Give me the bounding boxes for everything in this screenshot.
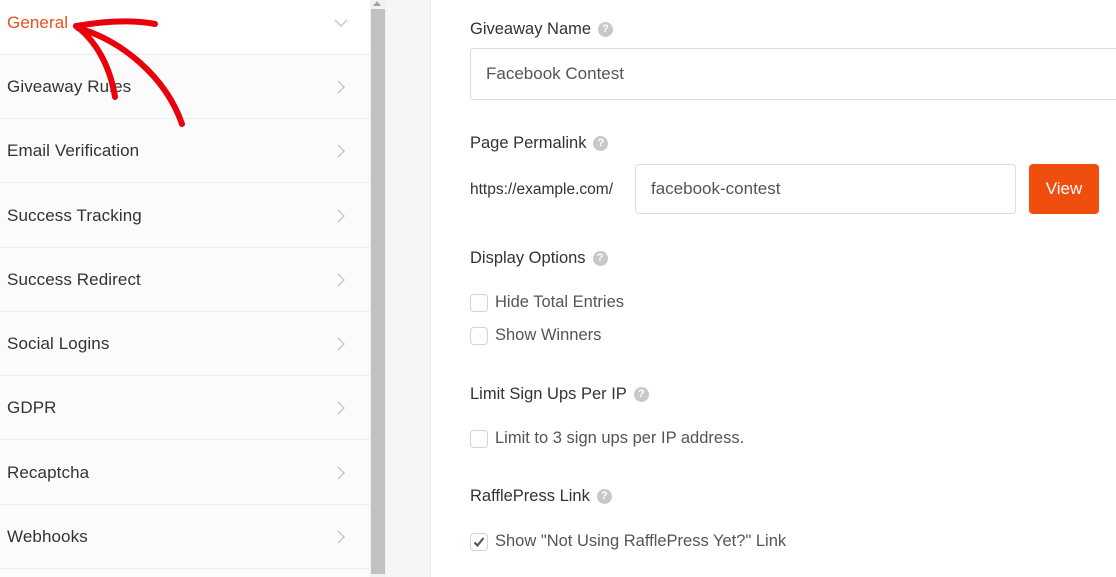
chevron-down-icon: [334, 19, 348, 27]
sidebar-item-label: Webhooks: [7, 526, 88, 546]
limit-signups-option-label: Limit to 3 sign ups per IP address.: [495, 429, 745, 447]
sidebar-item-label: GDPR: [7, 397, 57, 417]
checkmark-icon: [473, 536, 485, 547]
chevron-right-icon: [337, 209, 345, 222]
rafflepress-link-option[interactable]: Show "Not Using RafflePress Yet?" Link: [470, 532, 786, 551]
display-options-label-text: Display Options: [470, 249, 586, 267]
sidebar-item-label: Giveaway Rules: [7, 76, 132, 96]
sidebar-item-webhooks[interactable]: Webhooks: [0, 505, 370, 569]
question-circle-icon[interactable]: ?: [633, 387, 649, 402]
rafflepress-link-label: RafflePress Link ?: [470, 487, 612, 506]
show-winners-checkbox[interactable]: [470, 326, 488, 345]
sidebar-item-label: Success Tracking: [7, 205, 142, 225]
sidebar-item-recaptcha[interactable]: Recaptcha: [0, 441, 370, 505]
display-options-label: Display Options ?: [470, 249, 608, 268]
sidebar-item-label: Recaptcha: [7, 462, 90, 482]
gutter-divider: [386, 0, 431, 577]
giveaway-name-value: Facebook Contest: [486, 64, 624, 83]
chevron-right-icon: [337, 466, 345, 479]
sidebar-scrollbar[interactable]: [370, 0, 386, 577]
settings-sidebar: General Giveaway Rules Email Verificatio…: [0, 0, 370, 577]
giveaway-name-label: Giveaway Name ?: [470, 20, 614, 39]
permalink-slug-value: facebook-contest: [651, 179, 781, 198]
sidebar-item-label: Social Logins: [7, 333, 110, 353]
permalink-slug-input[interactable]: facebook-contest: [635, 164, 1016, 214]
general-settings-form: Giveaway Name ? Facebook Contest Page Pe…: [431, 0, 1116, 577]
limit-signups-label: Limit Sign Ups Per IP ?: [470, 385, 649, 404]
sidebar-item-gdpr[interactable]: GDPR: [0, 376, 370, 440]
chevron-right-icon: [337, 80, 345, 93]
hide-total-entries-label: Hide Total Entries: [495, 293, 625, 311]
sidebar-item-social-logins[interactable]: Social Logins: [0, 312, 370, 376]
rafflepress-link-checkbox[interactable]: [470, 532, 488, 551]
sidebar-item-success-redirect[interactable]: Success Redirect: [0, 248, 370, 312]
scrollbar-thumb[interactable]: [371, 9, 385, 574]
page-permalink-label: Page Permalink ?: [470, 134, 609, 153]
question-circle-icon[interactable]: ?: [593, 136, 609, 151]
page-permalink-label-text: Page Permalink: [470, 134, 587, 152]
chevron-right-icon: [337, 273, 345, 286]
giveaway-name-label-text: Giveaway Name: [470, 20, 592, 38]
sidebar-item-success-tracking[interactable]: Success Tracking: [0, 184, 370, 248]
hide-total-entries-option[interactable]: Hide Total Entries: [470, 293, 624, 312]
chevron-right-icon: [337, 144, 345, 157]
sidebar-item-label: General: [7, 12, 69, 32]
question-circle-icon[interactable]: ?: [592, 251, 608, 266]
show-winners-label: Show Winners: [495, 326, 602, 344]
limit-signups-checkbox[interactable]: [470, 429, 488, 448]
sidebar-item-general[interactable]: General: [0, 0, 370, 55]
view-button[interactable]: View: [1029, 164, 1099, 214]
rafflepress-link-option-label: Show "Not Using RafflePress Yet?" Link: [495, 532, 787, 550]
sidebar-item-label: Email Verification: [7, 140, 140, 160]
limit-signups-option[interactable]: Limit to 3 sign ups per IP address.: [470, 429, 744, 448]
giveaway-name-input[interactable]: Facebook Contest: [470, 48, 1116, 100]
question-circle-icon[interactable]: ?: [596, 489, 612, 504]
hide-total-entries-checkbox[interactable]: [470, 293, 488, 312]
chevron-right-icon: [337, 337, 345, 350]
limit-signups-label-text: Limit Sign Ups Per IP: [470, 385, 627, 403]
question-circle-icon[interactable]: ?: [598, 22, 614, 37]
sidebar-item-label: Success Redirect: [7, 269, 141, 289]
show-winners-option[interactable]: Show Winners: [470, 326, 601, 345]
permalink-prefix: https://example.com/: [470, 181, 614, 198]
chevron-right-icon: [337, 530, 345, 543]
rafflepress-link-label-text: RafflePress Link: [470, 487, 590, 505]
sidebar-item-email-verification[interactable]: Email Verification: [0, 119, 370, 183]
scroll-up-arrow-icon[interactable]: [373, 1, 381, 6]
sidebar-item-giveaway-rules[interactable]: Giveaway Rules: [0, 55, 370, 119]
chevron-right-icon: [337, 401, 345, 414]
